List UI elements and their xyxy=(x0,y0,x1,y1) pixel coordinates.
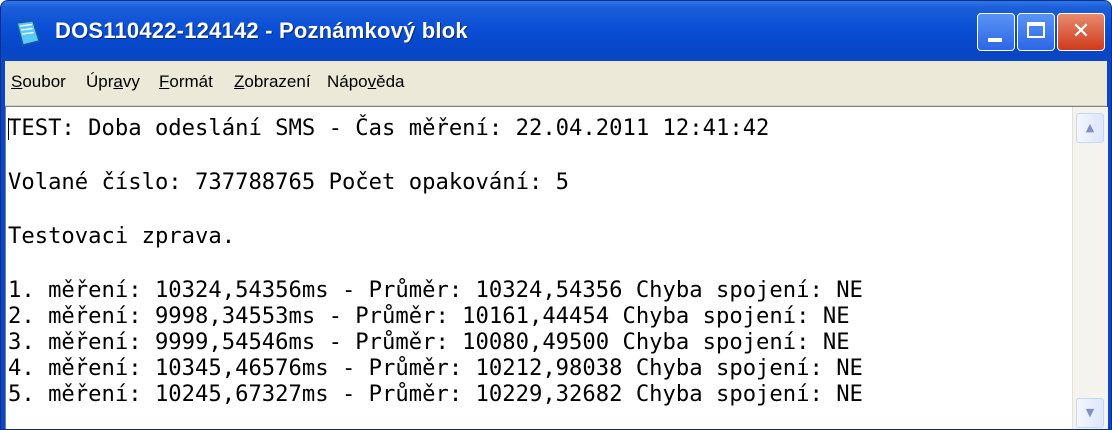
document-line-header: TEST: Doba odeslání SMS - Čas měření: 22… xyxy=(8,115,770,141)
measurement-line: 4. měření: 10345,46576ms - Průměr: 10212… xyxy=(8,355,863,381)
menu-bar: Soubor Úpravy Formát Zobrazení Nápověda xyxy=(5,61,1107,106)
menu-upravy[interactable]: Úpravy xyxy=(86,72,140,92)
minimize-icon xyxy=(988,38,1002,42)
close-button[interactable]: ✕ xyxy=(1057,13,1105,51)
title-bar[interactable]: DOS110422-124142 - Poznámkový blok ✕ xyxy=(1,1,1111,61)
document-line-message: Testovaci zprava. xyxy=(8,223,236,249)
scroll-up-button[interactable]: ▲ xyxy=(1076,113,1104,143)
arrow-up-icon: ▲ xyxy=(1085,121,1095,134)
document-line-number: Volané číslo: 737788765 Počet opakování:… xyxy=(8,169,570,195)
vertical-scrollbar[interactable]: ▲ ▼ xyxy=(1072,107,1108,429)
scroll-down-button[interactable]: ▼ xyxy=(1076,398,1104,428)
menu-format[interactable]: Formát xyxy=(159,72,213,92)
measurement-line: 2. měření: 9998,34553ms - Průměr: 10161,… xyxy=(8,303,850,329)
close-icon: ✕ xyxy=(1071,19,1091,44)
text-editor[interactable]: TEST: Doba odeslání SMS - Čas měření: 22… xyxy=(5,106,1108,429)
maximize-icon xyxy=(1027,22,1045,38)
maximize-button[interactable] xyxy=(1017,13,1055,51)
measurement-line: 1. měření: 10324,54356ms - Průměr: 10324… xyxy=(8,277,863,303)
measurement-line: 3. měření: 9999,54546ms - Průměr: 10080,… xyxy=(8,329,850,355)
measurement-line: 5. měření: 10245,67327ms - Průměr: 10229… xyxy=(8,381,863,407)
menu-soubor[interactable]: Soubor xyxy=(11,72,66,92)
arrow-down-icon: ▼ xyxy=(1085,406,1095,419)
notepad-window: DOS110422-124142 - Poznámkový blok ✕ Sou… xyxy=(0,0,1112,430)
menu-zobrazeni[interactable]: Zobrazení xyxy=(234,72,311,92)
window-title: DOS110422-124142 - Poznámkový blok xyxy=(55,18,468,43)
minimize-button[interactable] xyxy=(977,13,1015,51)
notepad-icon xyxy=(16,20,40,46)
text-area[interactable]: TEST: Doba odeslání SMS - Čas měření: 22… xyxy=(6,107,1072,429)
menu-napoveda[interactable]: Nápověda xyxy=(327,72,405,92)
